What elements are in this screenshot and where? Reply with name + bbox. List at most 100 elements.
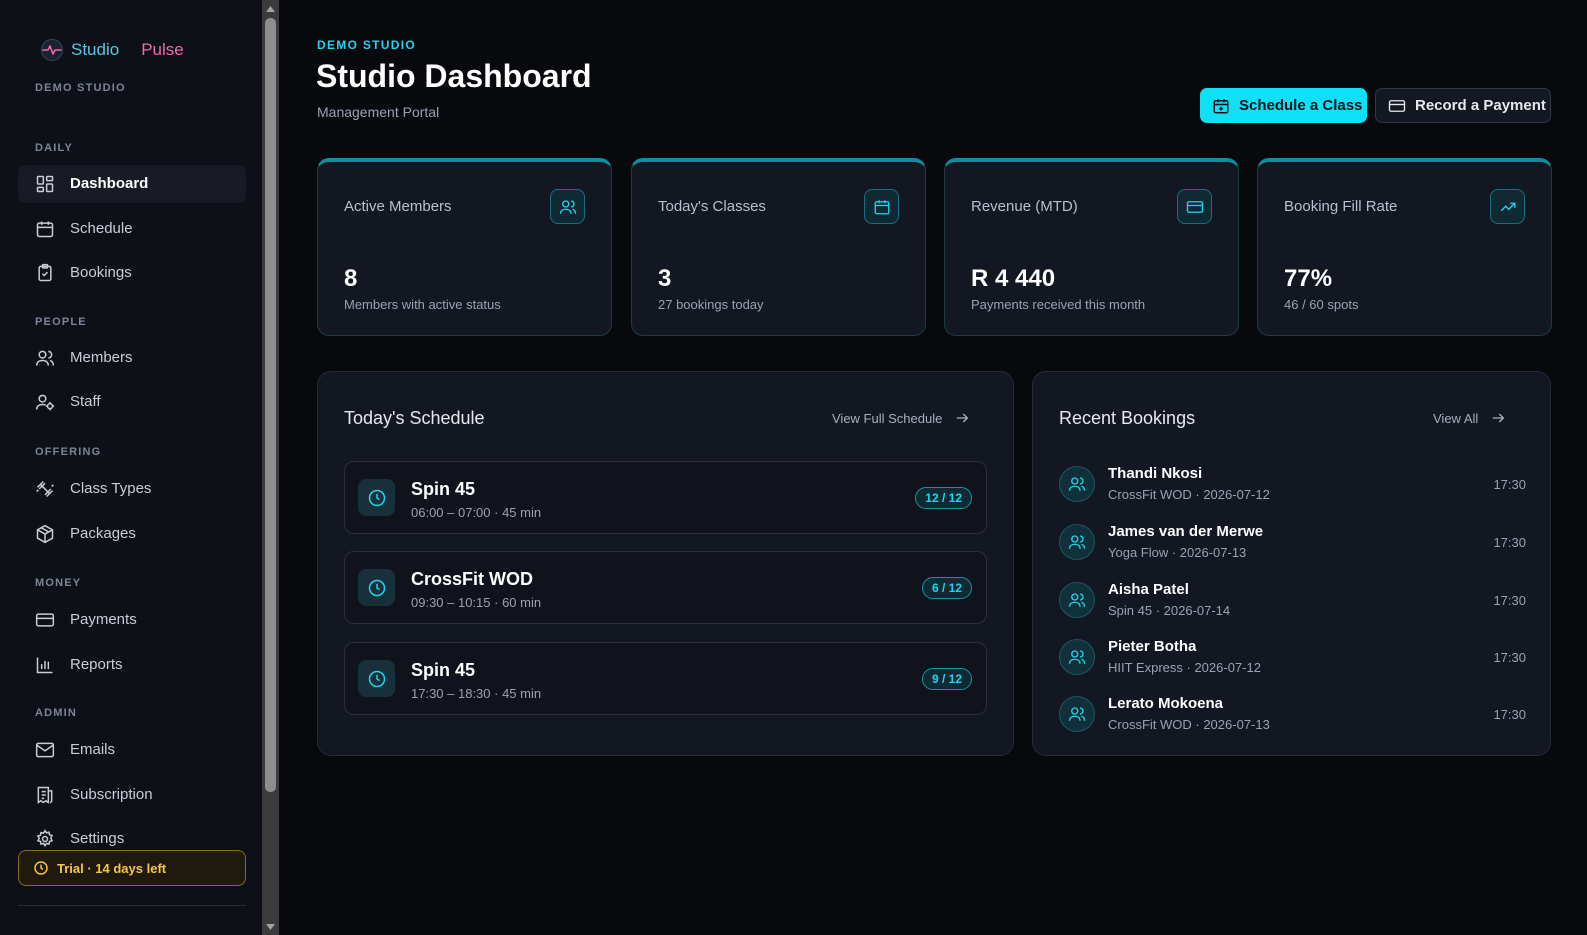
sidebar-item-emails[interactable]: Emails [18, 731, 246, 769]
scrollbar-thumb[interactable] [265, 18, 276, 792]
section-label-money: MONEY [35, 577, 82, 589]
booking-meta: Yoga Flow · 2026-07-13 [1108, 545, 1247, 560]
stat-label: Booking Fill Rate [1284, 198, 1398, 215]
class-time: 06:00 – 07:00 · 45 min [411, 505, 542, 520]
users-icon [1068, 477, 1086, 491]
studio-eyebrow: DEMO STUDIO [317, 38, 416, 52]
class-item[interactable]: Spin 45 06:00 – 07:00 · 45 min 12 / 12 [344, 461, 987, 534]
booking-item[interactable]: Thandi Nkosi CrossFit WOD · 2026-07-12 1… [1059, 464, 1526, 510]
dumbbell-icon [36, 480, 54, 498]
avatar [1059, 639, 1095, 675]
scroll-up-arrow-icon[interactable] [262, 0, 279, 17]
trial-badge[interactable]: Trial · 14 days left [18, 850, 246, 886]
section-label-offering: OFFERING [35, 446, 102, 458]
class-icon-box [358, 479, 395, 516]
sidebar-item-schedule[interactable]: Schedule [18, 210, 246, 248]
booking-item[interactable]: James van der Merwe Yoga Flow · 2026-07-… [1059, 522, 1526, 568]
arrow-right-icon [956, 413, 969, 423]
class-item[interactable]: CrossFit WOD 09:30 – 10:15 · 60 min 6 / … [344, 551, 987, 624]
mail-icon [35, 742, 55, 758]
link-label: View Full Schedule [832, 410, 943, 426]
stat-label: Today's Classes [658, 198, 766, 215]
sidebar-item-label: Schedule [70, 220, 133, 237]
todays-schedule-panel: Today's Schedule View Full Schedule Spin… [317, 371, 1014, 756]
avatar [1059, 696, 1095, 732]
booking-member-name: Pieter Botha [1108, 638, 1197, 655]
link-label: View All [1433, 410, 1479, 426]
brand-name-studio: Studio [71, 40, 120, 59]
sidebar-scrollbar[interactable] [262, 0, 279, 935]
sidebar-item-label: Subscription [70, 786, 153, 803]
capacity-badge: 9 / 12 [921, 668, 972, 690]
stat-card-fill-rate: Booking Fill Rate 77% 46 / 60 spots [1257, 158, 1552, 336]
scroll-down-arrow-icon[interactable] [262, 918, 279, 935]
clock-icon [368, 489, 385, 506]
booking-meta: CrossFit WOD · 2026-07-13 [1108, 717, 1270, 732]
trending-up-icon [1500, 202, 1515, 211]
sidebar-item-label: Packages [70, 525, 136, 542]
bar-chart-icon [36, 657, 53, 674]
booking-time: 17:30 [1493, 593, 1526, 608]
class-icon-box [358, 569, 395, 606]
sidebar-item-dashboard[interactable]: Dashboard [18, 165, 246, 203]
credit-card-icon [35, 613, 55, 627]
panel-title: Today's Schedule [344, 408, 485, 428]
page-title: Studio Dashboard [316, 58, 592, 94]
avatar [1059, 466, 1095, 502]
sidebar-item-label: Emails [70, 741, 116, 758]
record-payment-button[interactable]: Record a Payment [1375, 88, 1551, 123]
stat-card-todays-classes: Today's Classes 3 27 bookings today [631, 158, 926, 336]
sidebar-item-label: Bookings [70, 264, 132, 281]
view-full-schedule-link[interactable]: View Full Schedule [832, 410, 970, 426]
schedule-class-button[interactable]: Schedule a Class [1200, 88, 1367, 123]
sidebar-item-label: Reports [70, 656, 123, 673]
stat-subtext: Payments received this month [971, 297, 1146, 312]
package-icon [36, 524, 54, 544]
users-icon [559, 199, 576, 214]
stat-value: 3 [658, 265, 672, 292]
sidebar-item-payments[interactable]: Payments [18, 601, 246, 639]
sidebar-item-label: Members [70, 349, 133, 366]
class-name: CrossFit WOD [411, 569, 534, 589]
clock-icon [34, 861, 48, 875]
stat-icon-box [550, 189, 585, 224]
credit-card-icon [1388, 99, 1406, 112]
capacity-badge: 6 / 12 [921, 577, 972, 599]
clock-icon [368, 670, 385, 687]
section-label-daily: DAILY [35, 142, 73, 154]
record-payment-label: Record a Payment [1415, 97, 1546, 114]
booking-meta: HIIT Express · 2026-07-12 [1108, 660, 1261, 675]
booking-item[interactable]: Aisha Patel Spin 45 · 2026-07-14 17:30 [1059, 580, 1526, 626]
dashboard-icon [36, 175, 54, 193]
stat-card-revenue: Revenue (MTD) R 4 440 Payments received … [944, 158, 1239, 336]
sidebar-item-bookings[interactable]: Bookings [18, 254, 246, 292]
class-item[interactable]: Spin 45 17:30 – 18:30 · 45 min 9 / 12 [344, 642, 987, 715]
booking-item[interactable]: Pieter Botha HIIT Express · 2026-07-12 1… [1059, 637, 1526, 683]
stat-card-active-members: Active Members 8 Members with active sta… [317, 158, 612, 336]
sidebar-item-class-types[interactable]: Class Types [18, 470, 246, 508]
avatar [1059, 524, 1095, 560]
stat-subtext: 46 / 60 spots [1284, 297, 1359, 312]
sidebar-item-members[interactable]: Members [18, 339, 246, 377]
brand-logo[interactable]: Studio Pulse [40, 38, 184, 62]
view-all-bookings-link[interactable]: View All [1433, 410, 1506, 426]
sidebar-item-label: Payments [70, 611, 137, 628]
sidebar-item-staff[interactable]: Staff [18, 383, 246, 421]
panel-title: Recent Bookings [1059, 408, 1196, 428]
stat-subtext: Members with active status [344, 297, 501, 312]
class-icon-box [358, 660, 395, 697]
booking-time: 17:30 [1493, 650, 1526, 665]
booking-member-name: James van der Merwe [1108, 523, 1264, 540]
users-icon [1068, 650, 1086, 664]
stat-icon-box [1490, 189, 1525, 224]
capacity-badge: 12 / 12 [915, 487, 972, 509]
credit-card-icon [1186, 200, 1203, 213]
class-name: Spin 45 [411, 479, 476, 499]
brand-name-pulse: Pulse [141, 40, 184, 59]
booking-item[interactable]: Lerato Mokoena CrossFit WOD · 2026-07-13… [1059, 694, 1526, 740]
schedule-class-label: Schedule a Class [1239, 97, 1363, 114]
sidebar-item-reports[interactable]: Reports [18, 646, 246, 684]
sidebar-item-packages[interactable]: Packages [18, 515, 246, 553]
sidebar-item-subscription[interactable]: Subscription [18, 776, 246, 814]
page-subtitle: Management Portal [317, 104, 440, 120]
